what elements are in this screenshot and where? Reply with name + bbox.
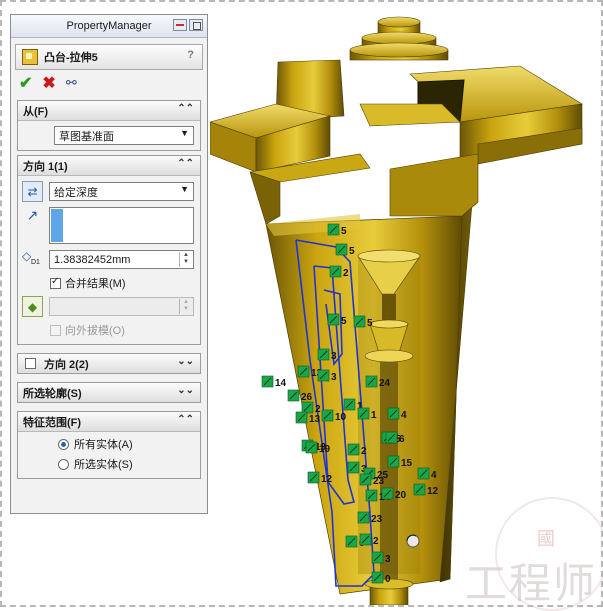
direction2-checkbox[interactable] [25, 358, 36, 369]
feature-header: 凸台-拉伸5 ? [15, 44, 203, 70]
start-condition-select[interactable]: 草图基准面 ▼ [54, 126, 194, 145]
model-top-cap[interactable] [349, 16, 449, 61]
end-condition-select[interactable]: 给定深度 ▼ [49, 182, 194, 201]
relation-tag-label: 19 [319, 444, 331, 455]
relation-tag-label: 5 [341, 226, 347, 237]
feature-scope-title: 特征范围(F) [23, 416, 82, 429]
relation-tag-label: 2 [373, 536, 379, 547]
scope-all-radio[interactable] [58, 438, 69, 450]
direction2-section-header[interactable]: 方向 2(2) ⌄⌄ [18, 354, 200, 373]
draft-outward-checkbox[interactable] [50, 324, 61, 336]
action-buttons: ✔ ✖ ⚯ [11, 70, 207, 96]
feature-scope-section: 特征范围(F) ⌃⌃ 所有实体(A) 所选实体(S) [17, 411, 201, 479]
depth-spinner[interactable]: ▲ ▼ [179, 252, 192, 267]
scope-selected-radio[interactable] [58, 458, 69, 470]
merge-result-checkbox-row[interactable]: 合并结果(M) [50, 275, 200, 291]
ok-button[interactable]: ✔ [19, 73, 32, 93]
selected-contours-title: 所选轮廓(S) [23, 387, 82, 400]
model-cross-arms[interactable] [210, 59, 583, 173]
relation-tag-label: 14 [275, 378, 287, 389]
relation-tag-label: 20 [395, 490, 407, 501]
property-manager-titlebar: PropertyManager [11, 15, 207, 38]
draft-angle-input[interactable]: ▲ ▼ [49, 297, 194, 316]
help-button[interactable]: ? [187, 49, 194, 61]
direction2-title: 方向 2(2) [44, 358, 89, 371]
draft-spinner[interactable]: ▲ ▼ [179, 299, 192, 314]
chevron-down-icon[interactable]: ⌄⌄ [177, 356, 194, 367]
depth-icon-label: D1 [31, 259, 40, 266]
direction1-section: 方向 1(1) ⌃⌃ ⇄ 给定深度 ▼ ↗ ◇ D1 1.38382452mm … [17, 155, 201, 345]
relation-tag-label: 6 [399, 434, 405, 445]
relation-tag-label: 1 [371, 410, 377, 421]
property-manager: PropertyManager 凸台-拉伸5 ? ✔ ✖ ⚯ 从(F) ⌃⌃ 草… [10, 14, 208, 514]
cancel-button[interactable]: ✖ [42, 73, 55, 93]
direction2-section: 方向 2(2) ⌄⌄ [17, 353, 201, 374]
scope-option-all[interactable]: 所有实体(A) [58, 436, 200, 452]
boss-extrude-icon [22, 49, 38, 65]
from-section: 从(F) ⌃⌃ 草图基准面 ▼ [17, 100, 201, 151]
direction1-section-header[interactable]: 方向 1(1) ⌃⌃ [18, 156, 200, 176]
relation-tag-label: 26 [301, 392, 313, 403]
end-condition-value: 给定深度 [54, 186, 98, 199]
relation-tag-label: 5 [341, 316, 347, 327]
feature-name: 凸台-拉伸5 [44, 52, 98, 64]
scope-option-selected[interactable]: 所选实体(S) [58, 456, 200, 472]
from-section-title: 从(F) [23, 105, 49, 118]
relation-tag-label: 12 [321, 474, 333, 485]
relation-tag-label: 2 [343, 268, 349, 279]
start-condition-value: 草图基准面 [59, 130, 114, 143]
direction-vector-listbox[interactable] [49, 207, 194, 244]
draft-icon[interactable]: ◆ [22, 296, 43, 317]
dropdown-arrow-icon[interactable]: ▼ [180, 128, 189, 138]
dropdown-arrow-icon[interactable]: ▼ [180, 184, 189, 194]
relation-tag-label: 4 [401, 410, 407, 421]
detailed-preview-button[interactable]: ⚯ [66, 75, 77, 91]
selected-contours-section: 所选轮廓(S) ⌄⌄ [17, 382, 201, 403]
relation-tag-label: 10 [335, 412, 347, 423]
direction1-title: 方向 1(1) [23, 160, 68, 173]
depth-icon: ◇ D1 [22, 249, 40, 266]
selected-contours-header[interactable]: 所选轮廓(S) ⌄⌄ [18, 383, 200, 402]
pin-icon[interactable] [189, 19, 203, 31]
relation-tag-label: 23 [371, 514, 383, 525]
merge-result-label: 合并结果(M) [65, 278, 126, 290]
scope-selected-label: 所选实体(S) [74, 459, 133, 471]
relation-tag-label: 13 [309, 414, 321, 425]
relation-tag-label: 12 [427, 486, 439, 497]
relation-tag-label: 3 [331, 372, 337, 383]
from-section-header[interactable]: 从(F) ⌃⌃ [18, 101, 200, 121]
relation-tag-label: 4 [431, 470, 437, 481]
direction-vector-icon: ↗ [26, 207, 39, 223]
collapse-panel-icon[interactable] [173, 19, 187, 31]
relation-tag-label: 15 [401, 458, 413, 469]
relation-tag-label: 23 [373, 476, 385, 487]
chevron-up-icon[interactable]: ⌃⌃ [177, 158, 194, 169]
chevron-up-icon[interactable]: ⌃⌃ [177, 414, 194, 425]
draft-outward-label: 向外拔模(O) [65, 325, 125, 337]
merge-result-checkbox[interactable] [50, 276, 61, 289]
depth-value: 1.38382452mm [54, 253, 131, 266]
graphics-viewport[interactable]: 5525531413263121310113251932512423142041… [210, 4, 601, 605]
relation-tag-label: 0 [385, 574, 391, 585]
draft-outward-checkbox-row[interactable]: 向外拔模(O) [50, 322, 200, 338]
chevron-down-icon[interactable]: ⌄⌄ [177, 385, 194, 396]
relation-tag-label: 2 [361, 446, 367, 457]
listbox-highlight [51, 209, 63, 242]
feature-scope-header[interactable]: 特征范围(F) ⌃⌃ [18, 412, 200, 432]
reverse-direction-icon[interactable]: ⇄ [22, 181, 43, 202]
chevron-up-icon[interactable]: ⌃⌃ [177, 103, 194, 114]
relation-tag-label: 3 [385, 554, 391, 565]
relation-tag-label: 5 [349, 246, 355, 257]
property-manager-title: PropertyManager [66, 20, 152, 32]
depth-input[interactable]: 1.38382452mm ▲ ▼ [49, 250, 194, 269]
relation-tag-label: 5 [367, 318, 373, 329]
relation-tag-label: 24 [379, 378, 391, 389]
rotate-cursor-icon [406, 534, 420, 548]
relation-tag-label: 3 [331, 351, 337, 362]
scope-all-label: 所有实体(A) [74, 439, 133, 451]
